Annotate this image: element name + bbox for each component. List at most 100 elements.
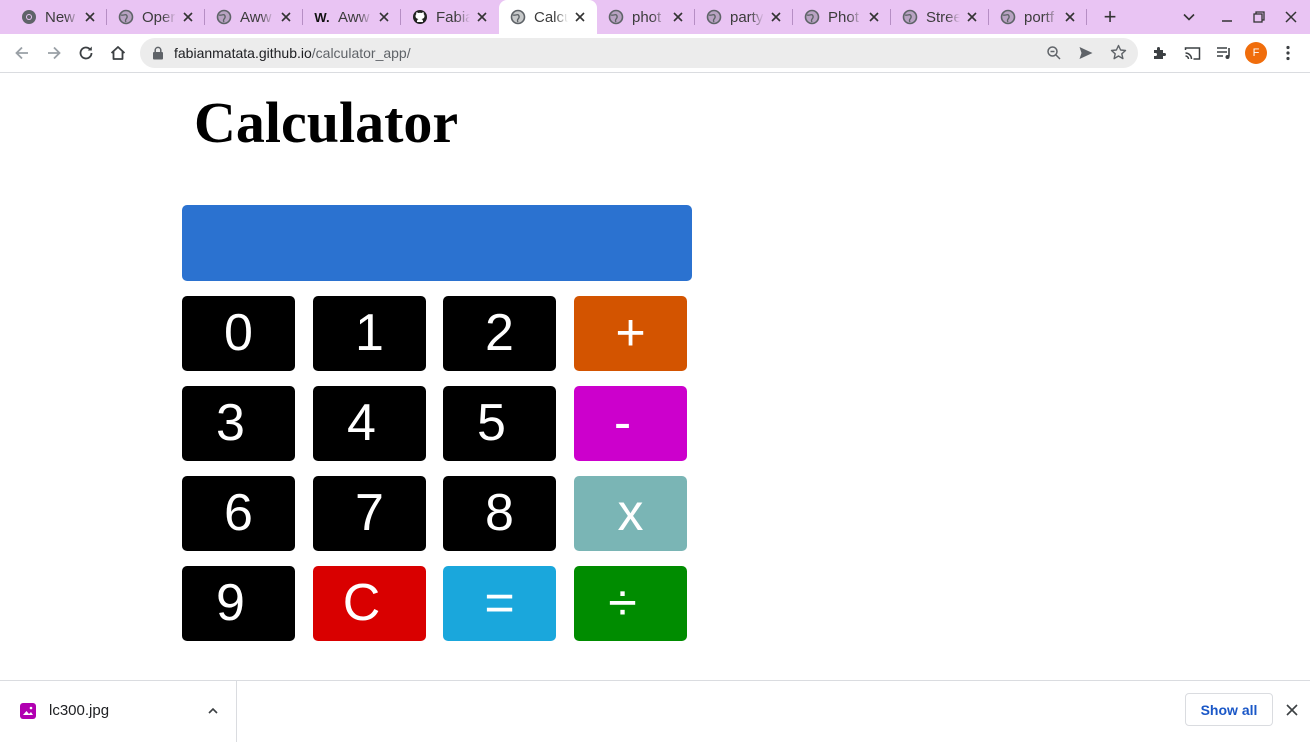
page-title: Calculator	[194, 90, 459, 155]
puzzle-icon	[1154, 47, 1166, 59]
close-tab-icon[interactable]	[571, 8, 589, 26]
forward-button[interactable]	[38, 37, 70, 69]
url-path: /calculator_app/	[311, 45, 411, 61]
globe-icon	[804, 9, 820, 25]
address-bar[interactable]: fabianmatata.github.io/calculator_app/	[140, 38, 1138, 68]
digit-key-6[interactable]: 6	[182, 476, 295, 551]
close-tab-icon[interactable]	[963, 8, 981, 26]
close-icon	[1286, 704, 1298, 716]
add-key[interactable]: +	[574, 296, 687, 371]
w-icon: W.	[314, 9, 330, 25]
globe-icon	[706, 9, 722, 25]
chrome-icon	[21, 9, 37, 25]
playlist-icon	[1216, 47, 1230, 59]
close-tab-icon[interactable]	[1061, 8, 1079, 26]
tab-title: Aww	[240, 8, 272, 26]
close-tab-icon[interactable]	[179, 8, 197, 26]
new-tab-button[interactable]: +	[1096, 0, 1124, 34]
star-icon[interactable]	[1110, 44, 1127, 61]
tab-title: portf	[1024, 8, 1055, 26]
browser-tab[interactable]: New	[10, 0, 107, 34]
url-text: fabianmatata.github.io/calculator_app/	[174, 45, 411, 61]
browser-tab[interactable]: phot	[597, 0, 695, 34]
browser-tab[interactable]: portf	[989, 0, 1087, 34]
tab-title: Calcu	[534, 8, 568, 26]
browser-toolbar: fabianmatata.github.io/calculator_app/ F	[0, 34, 1310, 73]
close-tab-icon[interactable]	[473, 8, 491, 26]
divide-key[interactable]: ÷	[574, 566, 687, 641]
browser-tab[interactable]: Oper	[107, 0, 205, 34]
menu-button[interactable]	[1272, 37, 1304, 69]
browser-tab[interactable]: Fabia	[401, 0, 499, 34]
close-tab-icon[interactable]	[81, 8, 99, 26]
back-button[interactable]	[6, 37, 38, 69]
browser-tab[interactable]: Calcu	[499, 0, 597, 34]
digit-key-7[interactable]: 7	[313, 476, 426, 551]
calculator-display	[182, 205, 692, 281]
close-shelf-button[interactable]	[1282, 700, 1302, 720]
tab-title: Aww	[338, 8, 370, 26]
close-icon	[1285, 11, 1297, 23]
close-window-button[interactable]	[1278, 0, 1304, 34]
more-vert-icon	[1286, 45, 1290, 61]
digit-key-4[interactable]: 4	[313, 386, 426, 461]
tab-strip: New Oper Aww W. Aww Fabia Calcu phot party Phot St…	[0, 0, 1310, 34]
tab-separator	[1086, 9, 1087, 25]
browser-tab[interactable]: Aww	[205, 0, 303, 34]
close-tab-icon[interactable]	[669, 8, 687, 26]
tab-search-button[interactable]	[1176, 0, 1202, 34]
tab-title: party	[730, 8, 764, 26]
profile-avatar[interactable]: F	[1245, 42, 1267, 64]
restore-button[interactable]	[1246, 0, 1272, 34]
restore-icon	[1253, 11, 1265, 23]
download-file-name: lc300.jpg	[49, 702, 110, 719]
digit-key-2[interactable]: 2	[443, 296, 556, 371]
cast-button[interactable]	[1176, 37, 1208, 69]
download-shelf: lc300.jpg Show all	[0, 680, 1310, 742]
digit-key-8[interactable]: 8	[443, 476, 556, 551]
browser-tab[interactable]: party	[695, 0, 793, 34]
send-icon[interactable]	[1078, 45, 1094, 61]
equals-key[interactable]: =	[443, 566, 556, 641]
github-icon	[412, 9, 428, 25]
arrow-left-icon	[15, 46, 28, 60]
browser-tab[interactable]: Phot	[793, 0, 891, 34]
minimize-button[interactable]	[1214, 0, 1240, 34]
extensions-button[interactable]	[1144, 37, 1176, 69]
close-tab-icon[interactable]	[375, 8, 393, 26]
minimize-icon	[1222, 20, 1232, 22]
digit-key-1[interactable]: 1	[313, 296, 426, 371]
reload-icon	[79, 46, 93, 60]
subtract-key[interactable]: -	[574, 386, 687, 461]
download-options-button[interactable]	[203, 701, 223, 721]
page-content: Calculator 0 1 2 +3 4 5- 6 7 8 x 9 C = ÷	[0, 73, 1310, 680]
arrow-right-icon	[48, 46, 61, 60]
clear-key[interactable]: C	[313, 566, 426, 641]
digit-key-0[interactable]: 0	[182, 296, 295, 371]
tab-title: Oper	[142, 8, 176, 26]
home-icon	[110, 46, 126, 60]
close-tab-icon[interactable]	[767, 8, 785, 26]
globe-icon	[216, 9, 232, 25]
multiply-key[interactable]: x	[574, 476, 687, 551]
tab-title: Stree	[926, 8, 960, 26]
close-tab-icon[interactable]	[865, 8, 883, 26]
tab-title: New	[45, 8, 76, 26]
globe-icon	[118, 9, 134, 25]
media-control-button[interactable]	[1208, 37, 1240, 69]
home-button[interactable]	[102, 37, 134, 69]
zoom-icon[interactable]	[1046, 45, 1062, 61]
digit-key-3[interactable]: 3	[182, 386, 295, 461]
tab-title: Phot	[828, 8, 859, 26]
show-all-button[interactable]: Show all	[1185, 693, 1273, 726]
reload-button[interactable]	[70, 37, 102, 69]
globe-icon	[1000, 9, 1016, 25]
digit-key-9[interactable]: 9	[182, 566, 295, 641]
close-tab-icon[interactable]	[277, 8, 295, 26]
plus-icon: +	[1103, 4, 1117, 29]
browser-tab[interactable]: Stree	[891, 0, 989, 34]
chevron-down-icon	[1183, 13, 1195, 21]
browser-tab[interactable]: W. Aww	[303, 0, 401, 34]
digit-key-5[interactable]: 5	[443, 386, 556, 461]
download-item[interactable]: lc300.jpg	[0, 681, 237, 742]
